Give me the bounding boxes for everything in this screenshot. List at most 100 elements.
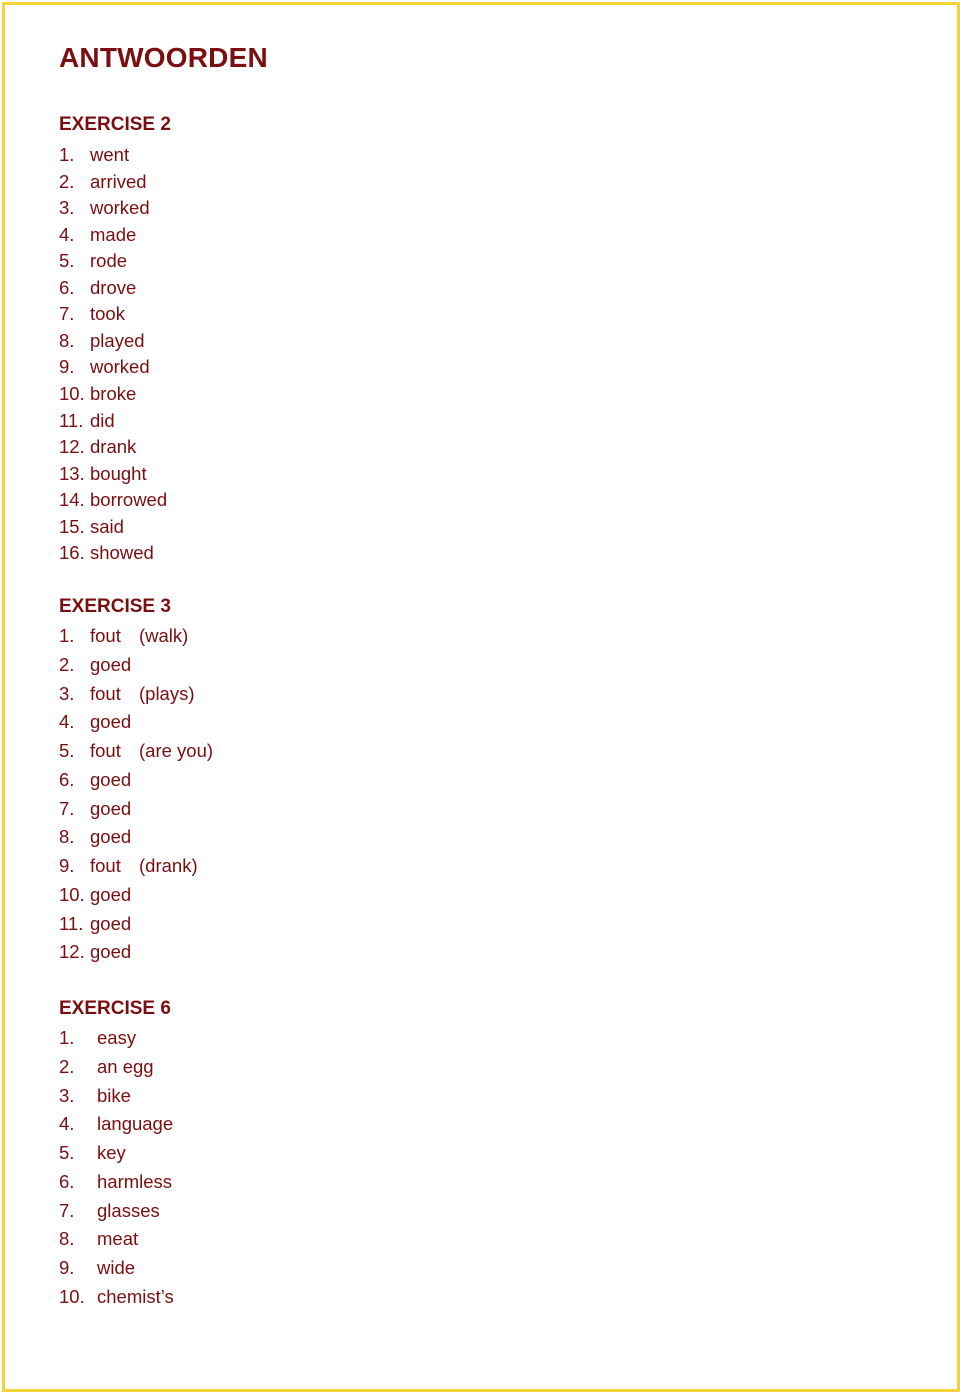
answer-item: 6. harmless	[59, 1171, 172, 1193]
item-answer: said	[90, 515, 124, 537]
item-number: 7.	[59, 1199, 75, 1221]
answer-item: 6. drove	[59, 277, 136, 299]
item-answer: arrived	[90, 170, 147, 192]
item-number: 8.	[59, 1228, 75, 1250]
item-number: 14.	[59, 489, 85, 511]
item-answer: took	[90, 303, 125, 325]
answer-item: 2. an egg	[59, 1056, 154, 1078]
item-number: 4.	[59, 711, 75, 733]
item-answer: fout	[90, 855, 121, 876]
answer-item: 2. arrived	[59, 171, 147, 193]
answer-item: 4. goed	[59, 711, 131, 733]
item-answer: goed	[90, 941, 132, 963]
item-number: 12.	[59, 941, 85, 963]
item-answer: goed	[90, 912, 132, 934]
item-number: 4.	[59, 223, 75, 245]
answer-item: 3. worked	[59, 197, 150, 219]
item-number: 6.	[59, 276, 75, 298]
exercise-heading: EXERCISE 3	[59, 596, 171, 617]
item-correction: (plays)	[139, 682, 195, 704]
item-answer: an egg	[97, 1055, 154, 1077]
item-answer: rode	[90, 250, 128, 272]
answer-item: 3. bike	[59, 1085, 131, 1107]
item-number: 1.	[59, 144, 75, 165]
answer-item: 3. fout (plays)	[59, 682, 195, 705]
answer-item: 11. did	[59, 410, 115, 432]
item-number: 15.	[59, 515, 85, 537]
item-correction: (walk)	[139, 625, 189, 646]
answer-item: 16. showed	[59, 542, 154, 564]
item-answer: goed	[90, 768, 132, 790]
answer-item: 7. glasses	[59, 1200, 160, 1222]
item-answer: goed	[90, 653, 132, 675]
answer-item: 5. key	[59, 1142, 126, 1164]
item-answer: did	[90, 409, 115, 431]
answer-item: 1. easy	[59, 1027, 136, 1049]
answer-item: 12. goed	[59, 941, 131, 963]
item-answer: made	[90, 223, 137, 245]
item-number: 2.	[59, 1055, 75, 1077]
item-answer: goed	[90, 883, 132, 905]
answer-item: 5. fout (are you)	[59, 740, 213, 762]
item-number: 8.	[59, 329, 75, 351]
answer-item: 9. worked	[59, 356, 150, 378]
answer-item: 9. fout (drank)	[59, 855, 198, 877]
item-answer: showed	[90, 542, 154, 564]
item-number: 16.	[59, 542, 85, 564]
item-answer: borrowed	[90, 489, 168, 511]
item-number: 10.	[59, 1285, 85, 1307]
item-number: 2.	[59, 170, 75, 192]
item-answer: worked	[90, 197, 150, 219]
item-number: 9.	[59, 356, 75, 378]
item-answer: drove	[90, 276, 137, 298]
item-number: 1.	[59, 1027, 75, 1048]
item-answer: fout	[90, 625, 121, 646]
item-answer: played	[90, 329, 145, 351]
item-answer: harmless	[97, 1170, 173, 1192]
item-number: 7.	[59, 797, 75, 819]
item-answer: broke	[90, 382, 137, 404]
item-answer: chemist’s	[97, 1285, 174, 1307]
answer-item: 1. fout (walk)	[59, 625, 188, 647]
item-number: 12.	[59, 436, 85, 458]
answer-item: 5. rode	[59, 250, 127, 272]
item-number: 4.	[59, 1113, 75, 1135]
item-number: 2.	[59, 653, 75, 675]
answer-item: 14. borrowed	[59, 489, 167, 511]
item-number: 3.	[59, 1084, 75, 1106]
item-answer: glasses	[97, 1199, 160, 1221]
answer-item: 4. made	[59, 224, 136, 246]
answer-item: 13. bought	[59, 463, 147, 485]
item-answer: went	[90, 144, 130, 165]
item-number: 1.	[59, 625, 75, 646]
item-answer: language	[97, 1113, 174, 1135]
answer-item: 8. goed	[59, 826, 131, 848]
item-answer: goed	[90, 826, 132, 848]
item-number: 10.	[59, 382, 85, 404]
item-correction: (are you)	[139, 740, 214, 761]
answer-item: 7. goed	[59, 798, 131, 820]
item-answer: worked	[90, 356, 150, 378]
item-answer: goed	[90, 797, 132, 819]
item-number: 5.	[59, 250, 75, 272]
item-number: 6.	[59, 768, 75, 790]
answer-item: 6. goed	[59, 769, 131, 791]
item-number: 8.	[59, 826, 75, 848]
item-answer: bought	[90, 462, 147, 484]
item-answer: easy	[97, 1027, 137, 1048]
answer-item: 4. language	[59, 1113, 173, 1135]
answer-item: 9. wide	[59, 1257, 135, 1279]
item-answer: fout	[90, 740, 121, 761]
item-answer: goed	[90, 711, 132, 733]
item-answer: key	[97, 1142, 126, 1163]
item-number: 3.	[59, 197, 75, 219]
item-answer: fout	[90, 682, 121, 704]
answer-item: 2. goed	[59, 654, 131, 676]
answer-item: 15. said	[59, 516, 124, 538]
answer-item: 10. chemist’s	[59, 1286, 174, 1308]
item-number: 6.	[59, 1170, 75, 1192]
answer-item: 8. played	[59, 330, 145, 352]
item-number: 11.	[59, 912, 84, 934]
item-number: 11.	[59, 409, 84, 431]
item-number: 5.	[59, 1142, 75, 1163]
